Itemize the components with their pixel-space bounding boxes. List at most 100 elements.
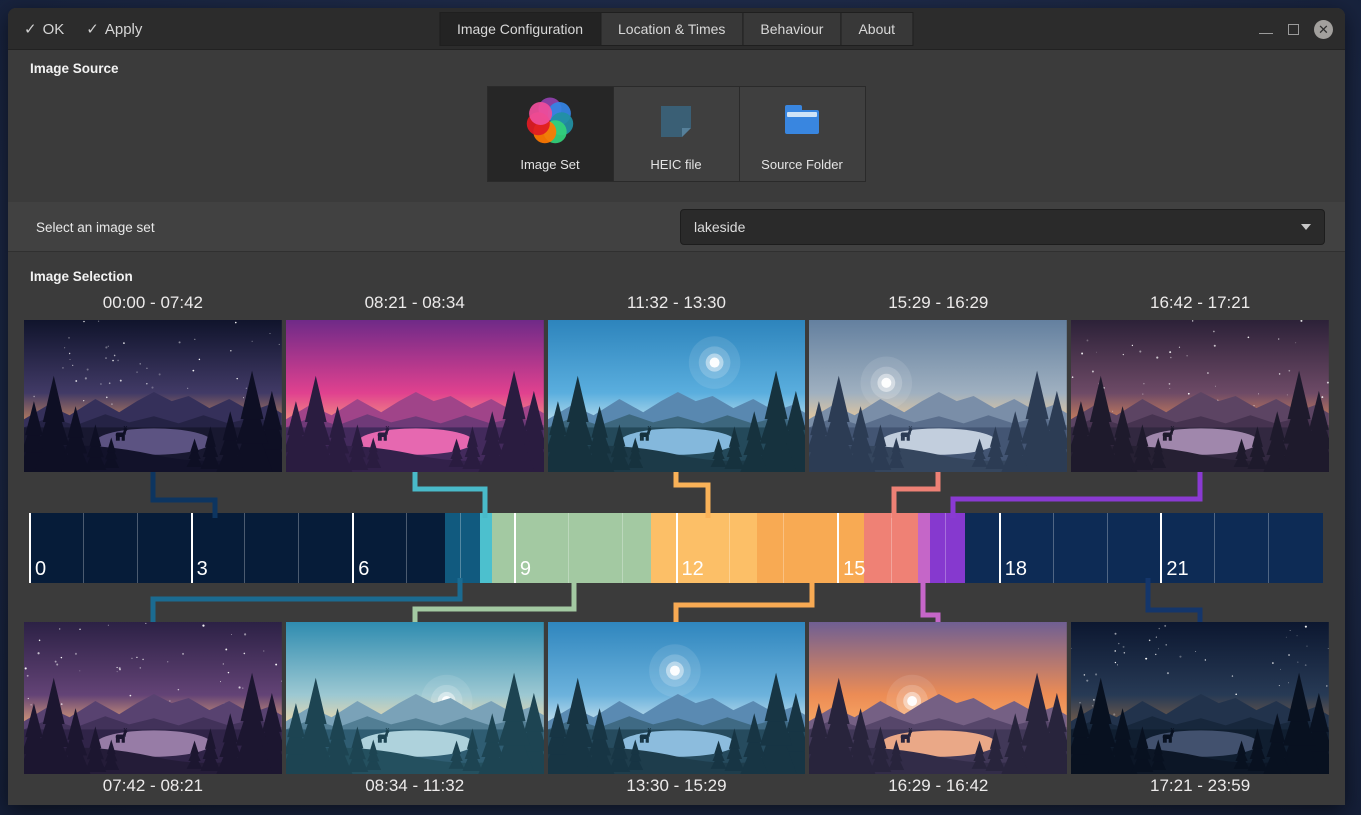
connector-line <box>415 578 574 622</box>
ok-button[interactable]: ✓ OK <box>24 20 64 38</box>
timeline: 036912151821 <box>30 513 1323 583</box>
ok-button-label: OK <box>43 21 65 38</box>
tab-bar: Image ConfigurationLocation & TimesBehav… <box>440 12 913 46</box>
timeline-hour-label: 0 <box>35 558 46 581</box>
top-time-label: 11:32 - 13:30 <box>548 293 806 317</box>
timeline-hour-label: 6 <box>358 558 369 581</box>
timeline-hour-separator <box>460 513 461 583</box>
top-time-label: 00:00 - 07:42 <box>24 293 282 317</box>
connector-line <box>153 472 215 518</box>
timeline-segment <box>651 513 757 583</box>
apply-button[interactable]: ✓ Apply <box>86 20 142 38</box>
apply-button-label: Apply <box>105 21 143 38</box>
chevron-down-icon <box>1301 224 1311 230</box>
source-folder-button[interactable]: Source Folder <box>739 86 866 182</box>
timeline-hour-separator <box>1268 513 1269 583</box>
bottom-time-label: 08:34 - 11:32 <box>286 776 544 800</box>
tab-about[interactable]: About <box>840 12 913 46</box>
connector-line <box>953 472 1200 518</box>
source-folder-icon <box>778 97 826 148</box>
top-time-label: 15:29 - 16:29 <box>809 293 1067 317</box>
image-set-combobox-value: lakeside <box>681 219 1301 235</box>
connector-line <box>923 578 938 622</box>
timeline-hour-separator <box>83 513 84 583</box>
timeline-hour-separator <box>568 513 569 583</box>
timeline-hour-label: 3 <box>197 558 208 581</box>
top-thumbnail-labels: 00:00 - 07:4208:21 - 08:3411:32 - 13:301… <box>8 293 1345 317</box>
timeline-hour-label: 12 <box>682 558 704 581</box>
timeline-segment <box>918 513 930 583</box>
check-icon: ✓ <box>24 20 37 38</box>
timeline-segment <box>930 513 965 583</box>
timeline-hour-separator <box>137 513 138 583</box>
top-wallpaper-thumbnail[interactable] <box>548 320 806 472</box>
check-icon: ✓ <box>86 20 99 38</box>
timeline-hour-separator <box>29 513 31 583</box>
bottom-wallpaper-thumbnail[interactable] <box>24 622 282 774</box>
heic-file-label: HEIC file <box>650 157 701 172</box>
top-wallpaper-thumbnail[interactable] <box>1071 320 1329 472</box>
connector-line <box>153 578 460 622</box>
bottom-wallpaper-thumbnail[interactable] <box>548 622 806 774</box>
timeline-hour-separator <box>891 513 892 583</box>
app-window: ✓ OK ✓ Apply Image ConfigurationLocation… <box>8 8 1345 805</box>
image-source-title: Image Source <box>30 61 119 76</box>
timeline-hour-separator <box>298 513 299 583</box>
connector-line <box>676 472 708 518</box>
top-wallpaper-thumbnail[interactable] <box>24 320 282 472</box>
timeline-hour-separator <box>1214 513 1215 583</box>
source-folder-label: Source Folder <box>761 157 843 172</box>
image-set-button[interactable]: Image Set <box>487 86 614 182</box>
tab-image-configuration[interactable]: Image Configuration <box>439 12 601 46</box>
bottom-wallpaper-thumbnail[interactable] <box>1071 622 1329 774</box>
timeline-hour-label: 9 <box>520 558 531 581</box>
tab-behaviour[interactable]: Behaviour <box>742 12 841 46</box>
connector-line <box>676 578 812 622</box>
timeline-hour-separator <box>514 513 516 583</box>
bottom-time-label: 17:21 - 23:59 <box>1071 776 1329 800</box>
timeline-hour-separator <box>999 513 1001 583</box>
timeline-hour-separator <box>352 513 354 583</box>
image-set-select-label: Select an image set <box>36 202 155 252</box>
timeline-hour-separator <box>676 513 678 583</box>
timeline-hour-label: 18 <box>1005 558 1027 581</box>
timeline-hour-separator <box>1053 513 1054 583</box>
timeline-hour-separator <box>191 513 193 583</box>
top-time-label: 16:42 - 17:21 <box>1071 293 1329 317</box>
bottom-time-label: 13:30 - 15:29 <box>548 776 806 800</box>
tab-location-times[interactable]: Location & Times <box>600 12 743 46</box>
timeline-hour-separator <box>244 513 245 583</box>
top-thumbnail-row <box>8 320 1345 472</box>
timeline-hour-separator <box>837 513 839 583</box>
timeline-hour-separator <box>406 513 407 583</box>
image-set-label: Image Set <box>520 157 579 172</box>
timeline-hour-separator <box>783 513 784 583</box>
maximize-icon[interactable] <box>1288 24 1299 35</box>
heic-file-button[interactable]: HEIC file <box>613 86 740 182</box>
window-controls: ✕ <box>1259 8 1333 50</box>
timeline-segment <box>445 513 480 583</box>
timeline-hour-separator <box>1107 513 1108 583</box>
bottom-wallpaper-thumbnail[interactable] <box>809 622 1067 774</box>
timeline-hour-separator <box>945 513 946 583</box>
image-set-icon <box>526 97 574 148</box>
timeline-hour-separator <box>729 513 730 583</box>
top-wallpaper-thumbnail[interactable] <box>286 320 544 472</box>
image-source-button-group: Image Set HEIC file Source Folder <box>488 86 866 182</box>
bottom-time-label: 07:42 - 08:21 <box>24 776 282 800</box>
timeline-hour-label: 15 <box>843 558 865 581</box>
minimize-icon[interactable] <box>1259 33 1273 34</box>
connector-line <box>1148 578 1200 622</box>
timeline-segment <box>30 513 445 583</box>
bottom-thumbnail-labels: 07:42 - 08:2108:34 - 11:3213:30 - 15:291… <box>8 776 1345 800</box>
timeline-segment <box>480 513 492 583</box>
header-actions: ✓ OK ✓ Apply <box>24 8 142 50</box>
heic-file-icon <box>652 97 700 148</box>
top-wallpaper-thumbnail[interactable] <box>809 320 1067 472</box>
close-icon[interactable]: ✕ <box>1314 20 1333 39</box>
image-set-combobox[interactable]: lakeside <box>680 209 1325 245</box>
bottom-time-label: 16:29 - 16:42 <box>809 776 1067 800</box>
header-bar: ✓ OK ✓ Apply Image ConfigurationLocation… <box>8 8 1345 50</box>
bottom-wallpaper-thumbnail[interactable] <box>286 622 544 774</box>
image-selection-title: Image Selection <box>30 269 133 284</box>
